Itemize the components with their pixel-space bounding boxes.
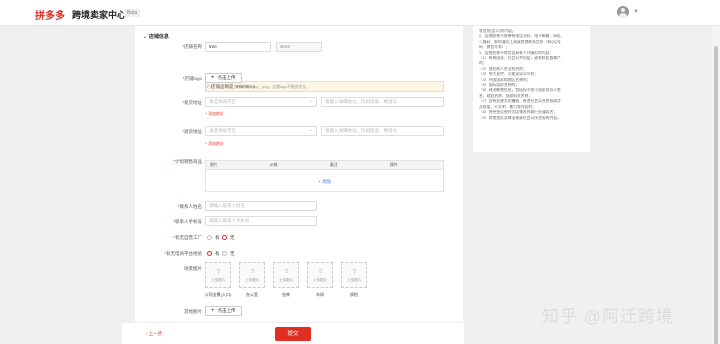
column-header: 备注 (330, 163, 338, 167)
platform-no-label: 无 (230, 251, 235, 256)
upload-icon: ⇧ (250, 269, 256, 275)
add-return-address-link[interactable]: + 添加地址 (205, 142, 223, 147)
factory-no-label: 无 (230, 235, 235, 240)
platform-label: *有无电商平台经验 (164, 251, 202, 256)
shipping-region-select[interactable]: 请选择省市区 (205, 97, 317, 107)
contact-phone-input[interactable]: 请输入联系人手机号 (205, 216, 317, 226)
submit-button[interactable]: 提交 (275, 327, 311, 341)
contact-name-input[interactable]: 请输入联系人姓名 (205, 201, 317, 211)
section-title: 店铺信息 (144, 33, 169, 40)
note-line: （9）其他违反法律法规或社会公序良俗的内容。 (479, 115, 561, 120)
app-title: 跨境卖家中心 (72, 10, 127, 20)
column-header: 价格 (270, 163, 278, 167)
chevron-down-icon[interactable]: ▼ (633, 9, 639, 15)
return-address-label: *退货地址 (182, 129, 202, 134)
top-bar: 拼多多 跨境卖家中心 Beta ▼ (0, 0, 720, 26)
beta-badge: Beta (124, 9, 141, 17)
return-detail-input[interactable]: 请输入详细地址，比如街道、楼道号 (321, 126, 444, 136)
photo-upload-slot[interactable]: ⇧ 上传图片 (273, 262, 299, 288)
return-region-select[interactable]: 请选择省市区 (205, 126, 317, 136)
add-shipping-address-link[interactable]: + 添加地址 (205, 112, 223, 117)
photo-upload-slot[interactable]: ⇧ 上传图片 (341, 262, 367, 288)
factory-yes-label: 有 (215, 235, 220, 240)
upload-icon: ⇧ (352, 269, 358, 275)
shipping-address-label: *发货地址 (182, 100, 202, 105)
factory-label: *有无自营工厂 (173, 235, 202, 240)
photo-upload-slot[interactable]: ⇧ 上传图片 (239, 262, 265, 288)
other-photos-label: 其他图片 (184, 309, 202, 314)
platform-yes-radio[interactable] (207, 251, 212, 256)
add-product-link[interactable]: + 添加 (206, 179, 443, 185)
factory-no-radio[interactable] (222, 235, 227, 240)
watermark: 知乎 @阿迁跨境 (542, 307, 674, 326)
contact-name-label: *联系人姓名 (177, 204, 202, 209)
products-table: 图片 价格 备注 操作 + 添加 (205, 160, 444, 192)
store-name-suffix: store (276, 42, 322, 52)
back-button[interactable]: ‹ 上一步 (146, 331, 162, 337)
logo-label: *店铺logo (182, 76, 202, 81)
plus-icon: + (211, 308, 215, 314)
platform-yes-label: 有 (215, 251, 220, 256)
logo-upload-button[interactable]: + 点击上传 (205, 73, 242, 83)
logo-hint: 尺寸：300*300，仅限格式：jpg、png，店铺logo不能含中文。 (205, 85, 310, 89)
upload-icon: ⇧ (216, 269, 222, 275)
site-photos-label: 场景图片 (184, 266, 202, 271)
table-header: 图片 价格 备注 操作 (206, 161, 443, 170)
upload-icon: ⇧ (318, 269, 324, 275)
column-header: 图片 (210, 163, 218, 167)
platform-no-radio[interactable] (222, 251, 227, 256)
plus-icon: + (211, 75, 215, 81)
upload-icon: ⇧ (284, 269, 290, 275)
page-scrollbar[interactable] (712, 26, 720, 344)
avatar[interactable] (617, 6, 629, 18)
shipping-detail-input[interactable]: 请输入详细地址，比如街道、楼道号 (321, 97, 444, 107)
other-photos-upload-button[interactable]: + 点击上传 (205, 306, 242, 316)
store-name-input[interactable]: tree (205, 42, 271, 52)
scroll-thumb[interactable] (714, 46, 718, 344)
contact-phone-label: *联系人手机号 (173, 219, 202, 224)
photo-upload-slot[interactable]: ⇧ 上传图片 (205, 262, 231, 288)
store-info-card: 店铺信息 *店铺名称 tree store 店铺全称是: tree store … (135, 26, 463, 344)
brand-logo[interactable]: 拼多多 (35, 7, 65, 22)
photo-upload-slot[interactable]: ⇧ 上传图片 (307, 262, 333, 288)
form-footer: ‹ 上一步 提交 (122, 322, 464, 344)
products-label: *计划销售商品 (173, 159, 202, 164)
store-name-label: *店铺名称 (182, 44, 202, 49)
photo-caption: 质检 (350, 292, 358, 297)
factory-yes-radio[interactable] (207, 235, 212, 240)
naming-rules-panel: 等信息(含义)的内容。 2、店铺名称不得带有电话号码、电子邮箱、网址、 二维码、… (473, 26, 590, 152)
column-header: 操作 (390, 163, 398, 167)
